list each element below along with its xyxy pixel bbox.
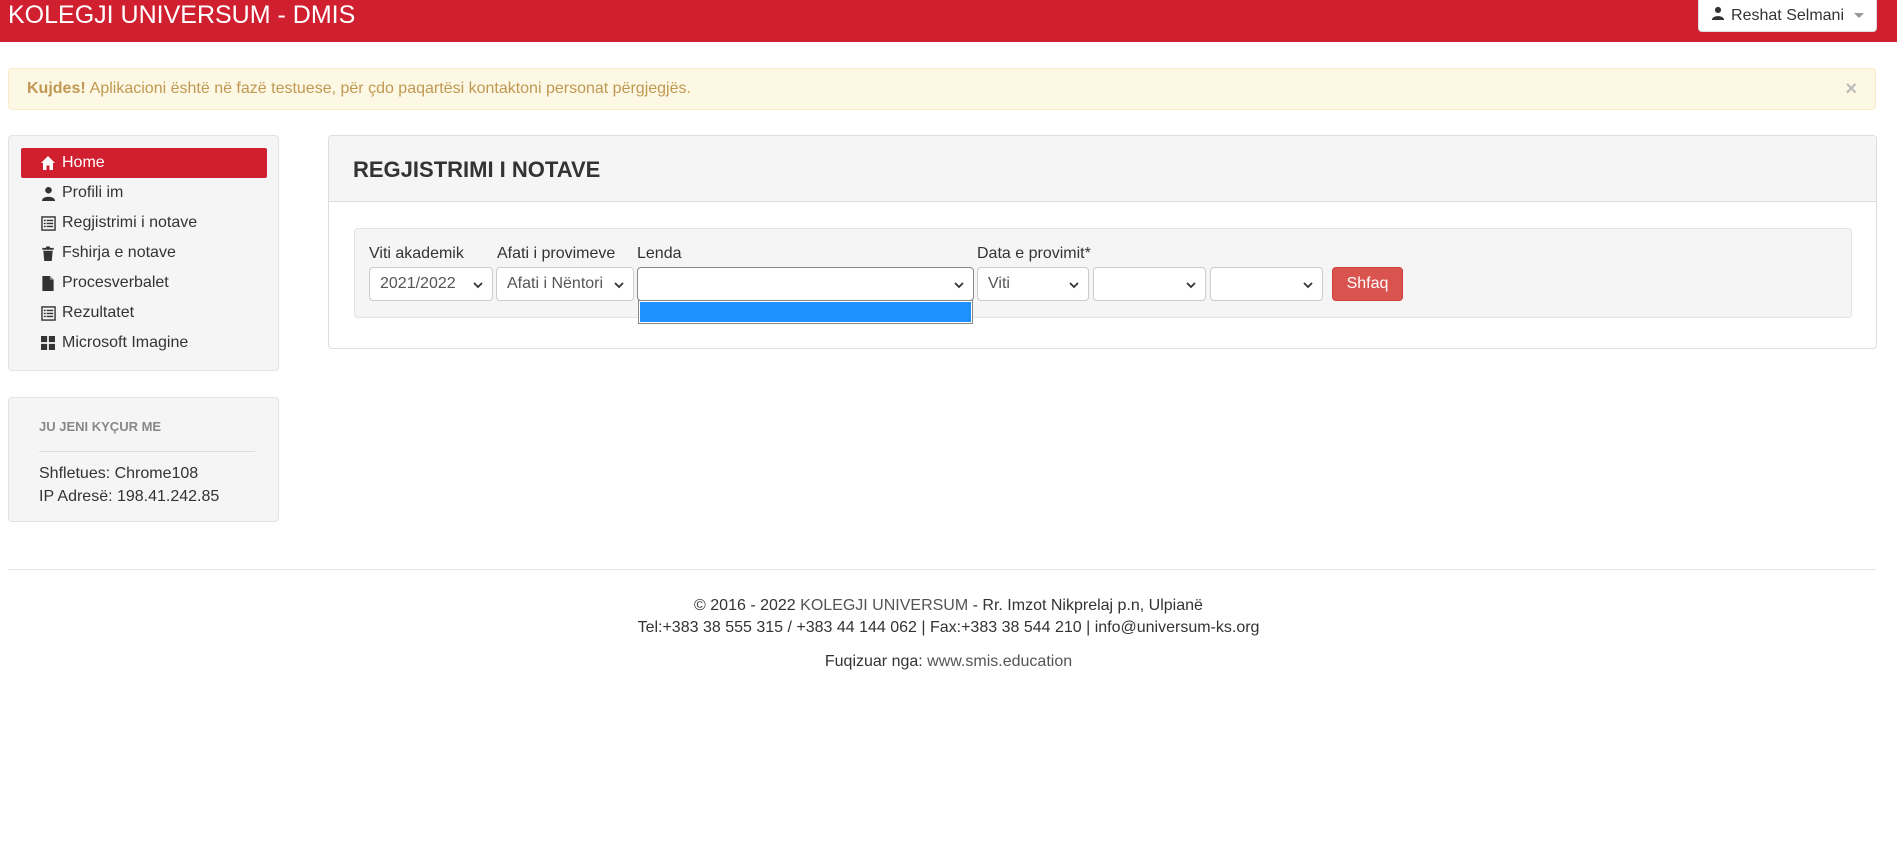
divider — [39, 451, 255, 452]
chevron-down-icon — [1302, 278, 1314, 296]
sidebar-item-home[interactable]: Home — [21, 148, 267, 178]
sidebar-item-grade-registration[interactable]: Regjistrimi i notave — [21, 208, 267, 238]
session-info-box: JU JENI KYÇUR ME Shfletues: Chrome108 IP… — [8, 397, 279, 522]
powered-link[interactable]: www.smis.education — [927, 653, 1072, 670]
exam-period-value: Afati i Nëntori — [507, 275, 604, 292]
footer-copyright: © 2016 - 2022 KOLEGJI UNIVERSUM - Rr. Im… — [0, 597, 1897, 615]
sidebar-item-results[interactable]: Rezultatet — [21, 298, 267, 328]
subject-label: Lenda — [637, 245, 682, 262]
grade-registration-panel: REGJISTRIMI I NOTAVE Viti akademik Afati… — [328, 135, 1877, 349]
copyright-text: © 2016 - 2022 — [694, 597, 796, 614]
sidebar-item-grade-deletion[interactable]: Fshirja e notave — [21, 238, 267, 268]
trash-icon — [39, 244, 57, 262]
address-text: - Rr. Imzot Nikprelaj p.n, Ulpianë — [972, 597, 1203, 614]
page-title: REGJISTRIMI I NOTAVE — [353, 157, 601, 182]
sidebar-item-procesverbalet[interactable]: Procesverbalet — [21, 268, 267, 298]
academic-year-value: 2021/2022 — [380, 275, 456, 292]
list-icon — [39, 214, 57, 232]
chevron-down-icon — [472, 278, 484, 296]
chevron-down-icon — [1854, 13, 1864, 18]
browser-info: Shfletues: Chrome108 — [39, 465, 199, 482]
exam-period-label: Afati i provimeve — [497, 245, 616, 262]
exam-period-select[interactable]: Afati i Nëntori — [496, 267, 634, 301]
alert-message: Aplikacioni është në fazë testuese, për … — [89, 80, 691, 97]
file-icon — [39, 274, 57, 292]
exam-month-select[interactable] — [1093, 267, 1206, 301]
home-icon — [39, 154, 57, 172]
footer-divider — [8, 569, 1876, 570]
subject-select[interactable] — [637, 267, 974, 301]
exam-year-select[interactable]: Viti — [977, 267, 1089, 301]
user-icon — [1711, 6, 1725, 25]
warning-alert: Kujdes! Aplikacioni është në fazë testue… — [8, 68, 1876, 110]
alert-strong: Kujdes! — [27, 80, 86, 97]
subject-option-highlighted[interactable] — [640, 302, 971, 322]
user-name: Reshat Selmani — [1731, 6, 1844, 24]
academic-year-select[interactable]: 2021/2022 — [369, 267, 493, 301]
sidebar-item-label: Home — [62, 154, 105, 171]
exam-day-select[interactable] — [1210, 267, 1323, 301]
sidebar-item-label: Rezultatet — [62, 304, 135, 321]
sidebar-item-profile[interactable]: Profili im — [21, 178, 267, 208]
brand-link[interactable]: KOLEGJI UNIVERSUM - DMIS — [8, 2, 355, 28]
chevron-down-icon — [613, 278, 625, 296]
academic-year-label: Viti akademik — [369, 245, 464, 262]
powered-text: Fuqizuar nga: — [824, 653, 923, 670]
session-info-title: JU JENI KYÇUR ME — [39, 419, 162, 434]
sidebar-item-label: Fshirja e notave — [62, 244, 176, 261]
chevron-down-icon — [953, 278, 965, 296]
panel-header: REGJISTRIMI I NOTAVE — [329, 136, 1876, 202]
user-icon — [39, 184, 57, 202]
top-navbar: KOLEGJI UNIVERSUM - DMIS Reshat Selmani — [0, 0, 1897, 42]
sidebar-item-label: Procesverbalet — [62, 274, 169, 291]
list-icon — [39, 304, 57, 322]
user-menu-button[interactable]: Reshat Selmani — [1698, 0, 1877, 32]
ip-info: IP Adresë: 198.41.242.85 — [39, 488, 220, 505]
windows-icon — [39, 334, 57, 352]
sidebar-item-microsoft-imagine[interactable]: Microsoft Imagine — [21, 328, 267, 358]
sidebar-nav: Home Profili im Regjistrimi i notave Fsh… — [8, 135, 279, 371]
close-icon[interactable]: × — [1845, 78, 1857, 101]
chevron-down-icon — [1068, 278, 1080, 296]
exam-year-value: Viti — [988, 275, 1010, 292]
sidebar-item-label: Profili im — [62, 184, 124, 201]
subject-dropdown-list — [638, 300, 973, 324]
show-button[interactable]: Shfaq — [1332, 267, 1403, 301]
chevron-down-icon — [1185, 278, 1197, 296]
footer-powered: Fuqizuar nga: www.smis.education — [0, 653, 1897, 671]
exam-date-label: Data e provimit* — [977, 245, 1091, 262]
sidebar-item-label: Regjistrimi i notave — [62, 214, 198, 231]
sidebar-item-label: Microsoft Imagine — [62, 334, 189, 351]
org-link[interactable]: KOLEGJI UNIVERSUM — [800, 597, 968, 614]
footer-contacts: Tel:+383 38 555 315 / +383 44 144 062 | … — [637, 619, 1260, 636]
